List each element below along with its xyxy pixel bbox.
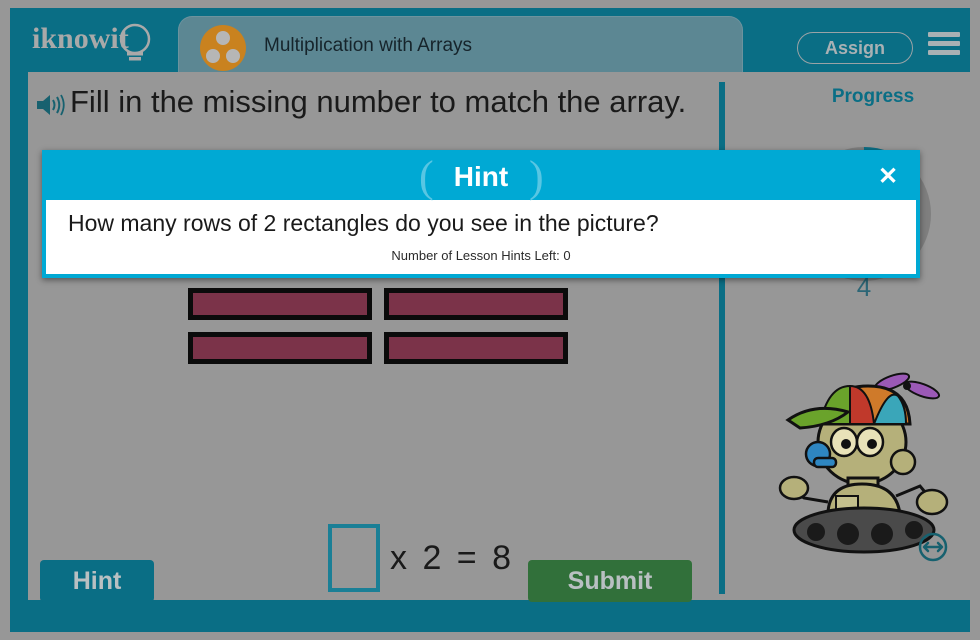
array-cell	[188, 288, 372, 320]
submit-button[interactable]: Submit	[528, 560, 692, 602]
app-header: iknowit Multiplication with Arrays Assig…	[10, 8, 970, 78]
lesson-title-tab[interactable]: Multiplication with Arrays	[178, 16, 743, 78]
array-row	[188, 288, 608, 320]
lightbulb-icon	[119, 23, 151, 61]
speaker-icon[interactable]	[36, 92, 66, 118]
decorative-paren-left: (	[419, 152, 434, 201]
resize-horizontal-icon[interactable]	[918, 532, 948, 562]
close-icon[interactable]: ✕	[874, 163, 902, 191]
question-text: Fill in the missing number to match the …	[70, 84, 687, 119]
answer-input[interactable]	[328, 524, 380, 592]
three-dots-circle-icon	[200, 25, 246, 71]
hint-dialog: ( Hint ) ✕ How many rows of 2 rectangles…	[42, 150, 920, 278]
progress-label: Progress	[831, 86, 915, 107]
equation: x 2 = 8	[328, 524, 514, 592]
hint-dialog-body: How many rows of 2 rectangles do you see…	[46, 200, 916, 274]
assign-button[interactable]: Assign	[797, 32, 913, 64]
hints-left-text: Number of Lesson Hints Left: 0	[391, 248, 571, 263]
hamburger-menu-icon[interactable]	[928, 32, 960, 60]
lesson-title: Multiplication with Arrays	[264, 35, 473, 56]
frame-bottom-bar	[10, 600, 970, 632]
hint-dialog-titlebar: ( Hint ) ✕	[46, 154, 916, 200]
decorative-paren-right: )	[529, 152, 544, 201]
array-row	[188, 332, 608, 364]
array-cell	[188, 332, 372, 364]
hint-text: How many rows of 2 rectangles do you see…	[68, 210, 659, 236]
array-cell	[384, 332, 568, 364]
hint-button[interactable]: Hint	[40, 560, 154, 602]
array-cell	[384, 288, 568, 320]
hint-dialog-title: Hint	[453, 161, 509, 192]
equation-rest: x 2 = 8	[390, 538, 515, 577]
brand-logo[interactable]: iknowit	[28, 16, 178, 68]
app-frame: iknowit Multiplication with Arrays Assig…	[0, 0, 980, 640]
